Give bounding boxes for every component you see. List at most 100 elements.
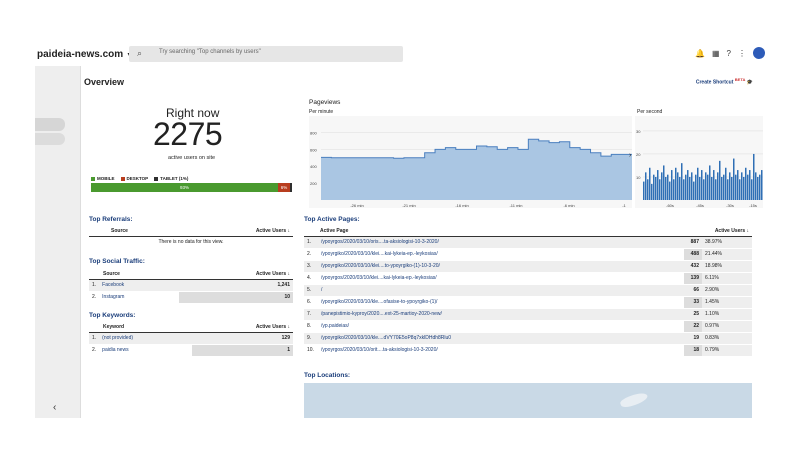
- social-table: Source Active Users ↓ 1. Facebook 1,241 2. I…: [89, 269, 293, 304]
- second-bar: [733, 158, 735, 200]
- second-bar: [681, 163, 683, 200]
- row-rank: 10.: [304, 344, 318, 357]
- second-bar: [751, 179, 753, 200]
- row-pct: 0.79%: [702, 344, 752, 357]
- row-rank: 3.: [304, 260, 318, 273]
- map-landmass: [619, 390, 649, 410]
- second-bar: [653, 174, 655, 200]
- help-icon[interactable]: ?: [727, 49, 731, 58]
- second-bar: [691, 172, 693, 200]
- col-active-users[interactable]: Active Users ↓: [191, 322, 293, 333]
- app-frame: paideia-news.com▼ ⌕ Try searching "Top c…: [35, 42, 765, 418]
- top-pages-title: Top Active Pages:: [304, 216, 360, 223]
- x-tick-label: -21 min: [402, 203, 415, 208]
- property-name: paideia-news.com: [37, 49, 124, 60]
- device-legend: MOBILE DESKTOP TABLET (1%): [91, 176, 188, 181]
- row-users: 432: [684, 260, 702, 273]
- x-tick-label: -15s: [749, 203, 757, 208]
- row-page[interactable]: /: [318, 284, 684, 297]
- device-bar: 93% 6%: [91, 183, 292, 192]
- row-page[interactable]: /ypoyrgiko/2020/03/10/klei....kai-lykeia…: [318, 248, 684, 261]
- row-source[interactable]: Facebook: [99, 279, 180, 292]
- table-row: 3./ypoyrgiko/2020/03/10/klei....to-ypoyr…: [304, 260, 752, 273]
- row-keyword[interactable]: paidia news: [99, 344, 192, 357]
- table-row: 5./66 2.90%: [304, 284, 752, 297]
- locations-map[interactable]: [304, 383, 752, 418]
- second-bar: [679, 176, 681, 200]
- row-page[interactable]: /ypoyrgiko/2020/03/10/klei....to-ypoyrgi…: [318, 260, 684, 273]
- x-tick-label: -26 min: [350, 203, 363, 208]
- chevron-right-icon: ›: [629, 152, 632, 159]
- second-bar: [687, 170, 689, 200]
- row-users: 19: [684, 332, 702, 345]
- row-page[interactable]: /ypoyrgos/2020/03/10/oris....ta-aksiolog…: [318, 236, 684, 249]
- nav-item-2[interactable]: [35, 133, 65, 145]
- second-bar: [743, 176, 745, 200]
- apps-icon[interactable]: ▦: [712, 49, 720, 58]
- more-icon[interactable]: ⋮: [738, 49, 746, 58]
- row-users: 139: [684, 272, 702, 285]
- row-rank: 6.: [304, 296, 318, 309]
- row-source[interactable]: Instagram: [99, 291, 180, 304]
- table-row: 10./ypoyrgos/2020/03/10/orit....ta-aksio…: [304, 344, 752, 357]
- mobile-segment: 93%: [91, 183, 278, 192]
- second-bar: [669, 181, 671, 200]
- row-page[interactable]: /ypoyrgos/2020/03/10/orit....ta-aksiolog…: [318, 344, 684, 357]
- second-bar: [735, 174, 737, 200]
- second-bar: [705, 172, 707, 200]
- graduation-cap-icon: 🎓: [746, 79, 753, 86]
- nav-item-1[interactable]: [35, 118, 65, 131]
- row-page[interactable]: /ypoyrgiko/2020/03/10/kle....ofasise-to-…: [318, 296, 684, 309]
- notifications-icon[interactable]: 🔔: [695, 49, 705, 58]
- second-bar: [759, 174, 761, 200]
- tablet-segment: [289, 183, 292, 192]
- create-shortcut-button[interactable]: Create Shortcut BETA 🎓: [696, 77, 753, 86]
- top-referrals-title: Top Referrals:: [89, 216, 133, 223]
- search-input[interactable]: ⌕ Try searching "Top channels by users": [129, 46, 403, 62]
- row-page[interactable]: /ypoyrgos/2020/03/10/klei....kai-lykeia-…: [318, 272, 684, 285]
- per-minute-chart: 800 600 400 200 -26 min -21 min -16 min -11 min…: [309, 116, 632, 208]
- per-second-chart: 30 20 10 -60s -45s -30s -15s: [635, 116, 763, 208]
- row-rank: 1.: [304, 236, 318, 249]
- second-bar: [665, 176, 667, 200]
- second-bar: [701, 170, 703, 200]
- col-active-users[interactable]: Active Users ↓: [179, 269, 293, 280]
- col-source: Source: [89, 269, 180, 280]
- row-rank: 7.: [304, 308, 318, 321]
- row-pct: 38.97%: [702, 236, 752, 249]
- row-keyword[interactable]: (not provided): [99, 332, 192, 345]
- avatar[interactable]: [753, 47, 765, 59]
- top-icons: 🔔 ▦ ? ⋮: [695, 46, 765, 60]
- second-bar: [649, 167, 651, 200]
- row-page[interactable]: /ypoyrgiko/2020/03/10/kle....dVY70E5oP8q…: [318, 332, 684, 345]
- table-row: 7./panepistimio-kyproy/2020....ext-25-ma…: [304, 308, 752, 321]
- second-bar: [659, 179, 661, 200]
- row-rank: 8.: [304, 320, 318, 333]
- search-icon: ⌕: [137, 48, 143, 58]
- second-bar: [725, 167, 727, 200]
- second-bar: [731, 176, 733, 200]
- per-second-label: Per second: [637, 109, 663, 115]
- collapse-nav-icon[interactable]: ‹: [53, 402, 56, 413]
- second-bar: [667, 174, 669, 200]
- second-bar: [719, 160, 721, 200]
- table-row: 2./ypoyrgiko/2020/03/10/klei....kai-lyke…: [304, 248, 752, 261]
- y-tick-label: 10: [636, 175, 641, 180]
- second-bar: [737, 170, 739, 200]
- table-row: 4./ypoyrgos/2020/03/10/klei....kai-lykei…: [304, 272, 752, 285]
- row-rank: 4.: [304, 272, 318, 285]
- second-bar: [647, 179, 649, 200]
- row-page[interactable]: /yp.paideias/: [318, 320, 684, 333]
- top-social-title: Top Social Traffic:: [89, 258, 145, 265]
- row-page[interactable]: /panepistimio-kyproy/2020....ext-25-mart…: [318, 308, 684, 321]
- col-active-users[interactable]: Active Users ↓: [684, 226, 752, 237]
- row-users: 18: [684, 344, 702, 357]
- col-active-users[interactable]: Active Users ↓: [189, 226, 293, 237]
- table-row: 6./ypoyrgiko/2020/03/10/kle....ofasise-t…: [304, 296, 752, 309]
- property-selector[interactable]: paideia-news.com▼: [37, 49, 133, 60]
- row-pct: 18.98%: [702, 260, 752, 273]
- second-bar: [675, 167, 677, 200]
- second-bar: [655, 176, 657, 200]
- shortcut-label: Create Shortcut: [695, 79, 734, 86]
- row-pct: 0.97%: [702, 320, 752, 333]
